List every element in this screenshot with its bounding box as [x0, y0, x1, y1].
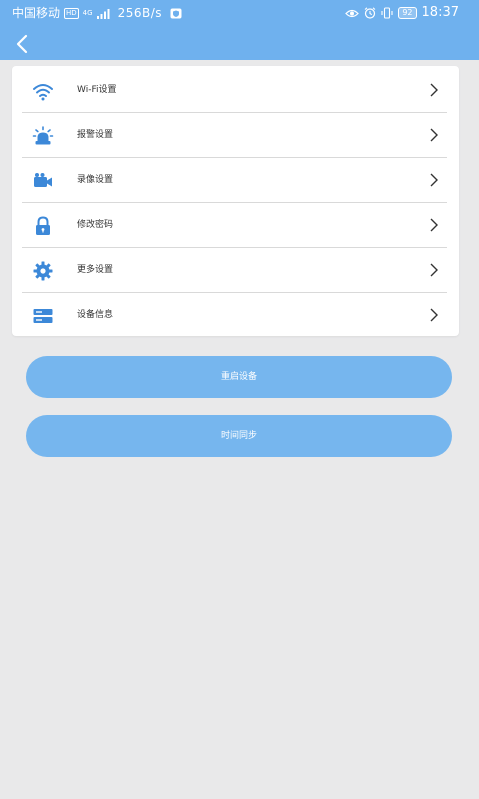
device-settings-screen: 中国移动 HD 4G 256B/s 92 18:37 Wi-Fi设置 报警设置 … — [0, 0, 479, 799]
status-bar-left: 中国移动 HD 4G 256B/s — [12, 0, 182, 26]
signal-icon — [96, 8, 110, 19]
menu-item-label: Wi-Fi设置 — [77, 85, 117, 95]
menu-item-label: 设备信息 — [77, 310, 114, 320]
device-info-icon — [33, 309, 53, 323]
reboot-device-button[interactable]: 重启设备 — [26, 356, 452, 398]
carrier-name: 中国移动 — [12, 6, 61, 20]
menu-item-more-settings[interactable]: 更多设置 — [12, 248, 459, 293]
vibrate-icon — [381, 7, 393, 19]
alarm-clock-icon — [364, 7, 376, 19]
menu-item-label: 更多设置 — [77, 265, 114, 275]
hd-badge: HD — [64, 7, 79, 19]
back-button[interactable] — [12, 32, 34, 56]
menu-item-label: 修改密码 — [77, 220, 114, 230]
status-bar: 中国移动 HD 4G 256B/s 92 18:37 — [0, 0, 479, 26]
chevron-right-icon — [430, 83, 438, 97]
lock-icon — [36, 216, 50, 235]
menu-item-device-info[interactable]: 设备信息 — [12, 293, 459, 338]
eye-icon — [345, 9, 360, 17]
status-bar-right: 92 18:37 — [345, 0, 459, 26]
alarm-light-icon — [32, 126, 54, 145]
menu-item-alarm[interactable]: 报警设置 — [12, 113, 459, 158]
chevron-right-icon — [430, 173, 438, 187]
shield-icon — [170, 8, 182, 18]
menu-item-wifi[interactable]: Wi-Fi设置 — [12, 68, 459, 113]
video-camera-icon — [34, 173, 52, 187]
menu-item-change-password[interactable]: 修改密码 — [12, 203, 459, 248]
chevron-left-icon — [16, 34, 28, 54]
gear-icon — [33, 261, 53, 281]
network-speed: 256B/s — [117, 6, 162, 20]
header: 中国移动 HD 4G 256B/s 92 18:37 — [0, 0, 479, 60]
wifi-icon — [33, 84, 53, 101]
menu-item-label: 录像设置 — [77, 175, 114, 185]
settings-menu-card: Wi-Fi设置 报警设置 录像设置 修改密码 更多设置 设备信息 — [12, 66, 459, 336]
chevron-right-icon — [430, 308, 438, 322]
menu-item-recording[interactable]: 录像设置 — [12, 158, 459, 203]
chevron-right-icon — [430, 218, 438, 232]
battery-indicator: 92 — [398, 7, 417, 19]
chevron-right-icon — [430, 263, 438, 277]
clock: 18:37 — [421, 5, 459, 20]
time-sync-button[interactable]: 时间同步 — [26, 415, 452, 457]
network-type: 4G — [82, 9, 93, 17]
menu-item-label: 报警设置 — [77, 130, 114, 140]
chevron-right-icon — [430, 128, 438, 142]
